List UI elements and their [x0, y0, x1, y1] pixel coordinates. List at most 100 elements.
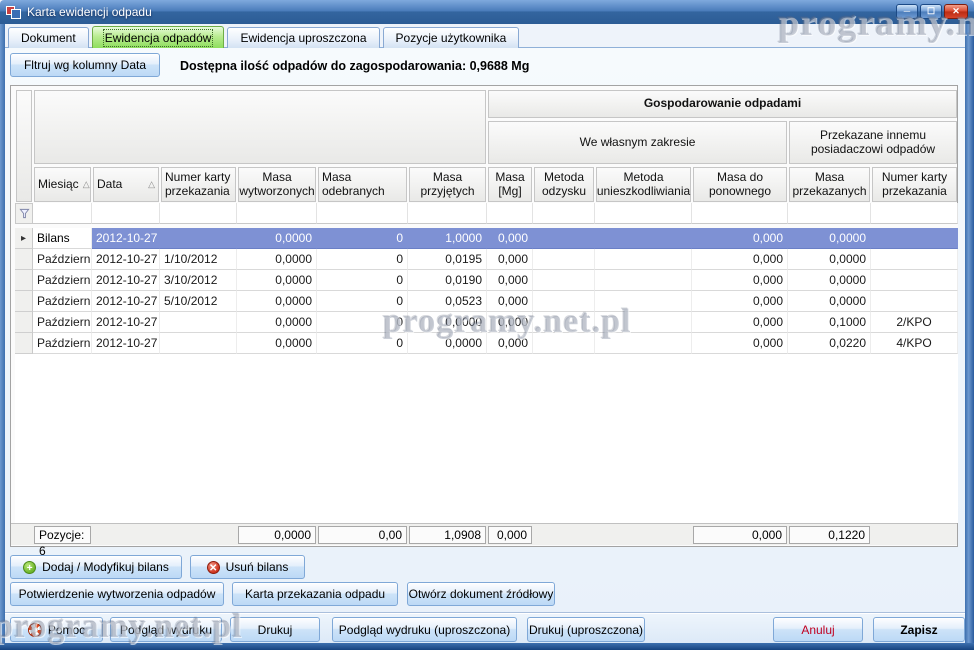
filter-cell-3[interactable] — [160, 203, 237, 224]
cell[interactable]: 0,000 — [487, 333, 533, 354]
column-header-5[interactable]: Masa odebranych — [318, 167, 407, 202]
cell[interactable]: Październik — [33, 249, 92, 270]
row-header[interactable] — [15, 249, 33, 270]
cell[interactable] — [533, 249, 595, 270]
cell[interactable]: Październik — [33, 291, 92, 312]
column-header-8[interactable]: Metoda odzysku — [534, 167, 594, 202]
cell[interactable] — [595, 333, 692, 354]
cell[interactable]: 0,000 — [692, 312, 788, 333]
cell[interactable]: 3/10/2012 — [160, 270, 237, 291]
cell[interactable] — [871, 291, 958, 312]
cell[interactable] — [595, 312, 692, 333]
cell[interactable]: 0,000 — [692, 228, 788, 249]
cell[interactable]: 0 — [317, 270, 408, 291]
cell[interactable] — [533, 291, 595, 312]
minimize-button[interactable]: ─ — [896, 4, 918, 19]
cell[interactable]: 0,000 — [692, 333, 788, 354]
cell[interactable] — [871, 249, 958, 270]
filter-by-date-button[interactable]: Fltruj wg kolumny Data — [10, 53, 160, 77]
cell[interactable] — [595, 270, 692, 291]
help-button[interactable]: Pomoc — [10, 617, 103, 642]
cell[interactable]: 0,0000 — [788, 228, 871, 249]
cell[interactable]: 4/KPO — [871, 333, 958, 354]
cell[interactable]: Bilans — [33, 228, 92, 249]
cell[interactable]: 2012-10-27 — [92, 228, 160, 249]
add-modify-bilans-button[interactable]: + Dodaj / Modyfikuj bilans — [10, 555, 182, 579]
cell[interactable]: 0,0523 — [408, 291, 487, 312]
filter-cell-11[interactable] — [788, 203, 871, 224]
maximize-button[interactable]: ☐ — [920, 4, 942, 19]
column-header-1[interactable]: Miesiąc△ — [34, 167, 91, 202]
open-source-document-button[interactable]: Otwórz dokument źródłowy — [407, 582, 555, 606]
cell[interactable] — [533, 270, 595, 291]
cell[interactable]: 0,000 — [487, 249, 533, 270]
column-header-9[interactable]: Metoda unieszkodliwiania — [596, 167, 691, 202]
cell[interactable] — [533, 312, 595, 333]
cell[interactable]: Październik — [33, 270, 92, 291]
cell[interactable] — [160, 228, 237, 249]
cell[interactable] — [871, 270, 958, 291]
filter-cell-5[interactable] — [317, 203, 408, 224]
cell[interactable]: 2012-10-27 — [92, 291, 160, 312]
cell[interactable]: 0,0000 — [788, 249, 871, 270]
row-header[interactable]: ▸ — [15, 228, 33, 249]
row-header[interactable] — [15, 291, 33, 312]
cell[interactable] — [595, 228, 692, 249]
filter-cell-10[interactable] — [692, 203, 788, 224]
column-header-11[interactable]: Masa przekazanych — [789, 167, 870, 202]
cell[interactable]: 0,000 — [692, 270, 788, 291]
row-header[interactable] — [15, 312, 33, 333]
filter-cell-8[interactable] — [533, 203, 595, 224]
delete-bilans-button[interactable]: ✕ Usuń bilans — [190, 555, 305, 579]
cell[interactable]: 0,0000 — [237, 312, 317, 333]
cell[interactable]: 0,000 — [487, 291, 533, 312]
cell[interactable]: 5/10/2012 — [160, 291, 237, 312]
print-button[interactable]: Drukuj — [230, 617, 320, 642]
cell[interactable]: 0,1000 — [788, 312, 871, 333]
cell[interactable]: 0 — [317, 312, 408, 333]
cell[interactable]: 2012-10-27 — [92, 249, 160, 270]
cell[interactable]: 0 — [317, 333, 408, 354]
save-button[interactable]: Zapisz — [873, 617, 965, 642]
cell[interactable]: 0,000 — [487, 312, 533, 333]
cell[interactable]: 0,0000 — [237, 333, 317, 354]
cell[interactable]: Październik — [33, 333, 92, 354]
cell[interactable]: 0 — [317, 249, 408, 270]
filter-cell-7[interactable] — [487, 203, 533, 224]
cell[interactable]: 0,0000 — [788, 270, 871, 291]
cell[interactable]: 1/10/2012 — [160, 249, 237, 270]
cell[interactable]: 1,0000 — [408, 228, 487, 249]
column-header-6[interactable]: Masa przyjętych — [409, 167, 486, 202]
row-header[interactable] — [15, 333, 33, 354]
cell[interactable]: Październik — [33, 312, 92, 333]
print-preview-simple-button[interactable]: Podgląd wydruku (uproszczona) — [332, 617, 517, 642]
column-header-3[interactable]: Numer karty przekazania — [161, 167, 236, 202]
column-header-4[interactable]: Masa wytworzonych — [238, 167, 316, 202]
cell[interactable]: 0,000 — [487, 270, 533, 291]
print-simple-button[interactable]: Drukuj (uproszczona) — [527, 617, 645, 642]
confirm-generation-button[interactable]: Potwierdzenie wytworzenia odpadów — [10, 582, 224, 606]
cell[interactable] — [160, 312, 237, 333]
cell[interactable]: 0,0195 — [408, 249, 487, 270]
cell[interactable]: 0,000 — [692, 249, 788, 270]
filter-cell-1[interactable] — [33, 203, 92, 224]
transfer-card-button[interactable]: Karta przekazania odpadu — [232, 582, 398, 606]
tab-dokument[interactable]: Dokument — [8, 27, 89, 48]
filter-cell-4[interactable] — [237, 203, 317, 224]
cell[interactable]: 0,0000 — [408, 333, 487, 354]
cell[interactable] — [160, 333, 237, 354]
cell[interactable]: 0,0000 — [237, 291, 317, 312]
cell[interactable]: 0,0000 — [237, 249, 317, 270]
cancel-button[interactable]: Anuluj — [773, 617, 863, 642]
column-header-2[interactable]: Data△ — [93, 167, 159, 202]
cell[interactable]: 0,0000 — [237, 228, 317, 249]
cell[interactable]: 0,000 — [692, 291, 788, 312]
cell[interactable]: 2/KPO — [871, 312, 958, 333]
cell[interactable]: 0 — [317, 291, 408, 312]
cell[interactable] — [595, 249, 692, 270]
cell[interactable]: 0 — [317, 228, 408, 249]
cell[interactable]: 2012-10-27 — [92, 270, 160, 291]
row-header[interactable] — [15, 270, 33, 291]
cell[interactable]: 0,000 — [487, 228, 533, 249]
filter-cell-6[interactable] — [408, 203, 487, 224]
